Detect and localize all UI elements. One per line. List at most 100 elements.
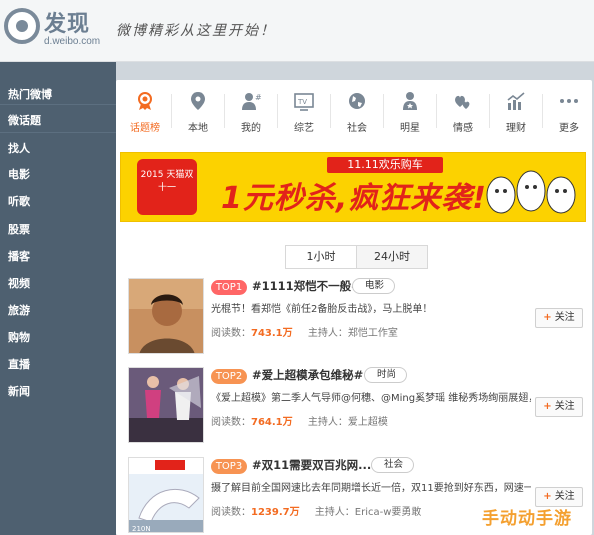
banner-top-label: 11.11欢乐购车 — [327, 157, 443, 173]
category-label: 明星 — [400, 123, 420, 134]
host-name[interactable]: Erica-w要勇敢 — [355, 507, 422, 518]
svg-text:#: # — [255, 93, 261, 102]
tab-1-hour[interactable]: 1小时 — [285, 245, 357, 269]
network-promo-image-icon: 210N — [129, 458, 203, 533]
topic-category-tag[interactable]: 电影 — [352, 278, 396, 294]
topic-title[interactable]: #双11需要双百兆网... — [252, 457, 371, 473]
logo-subtitle: d.weibo.com — [44, 36, 101, 47]
host-name[interactable]: 爱上超模 — [348, 417, 388, 428]
svg-text:TV: TV — [297, 98, 307, 106]
reads-label: 阅读数： — [211, 328, 251, 339]
tv-icon: TV — [294, 93, 314, 111]
category-local[interactable]: 本地 — [172, 80, 224, 138]
topic-meta: 阅读数：764.1万 主持人：爱上超模 — [211, 413, 388, 428]
topic-title[interactable]: #1111郑恺不一般# — [252, 278, 361, 294]
tab-24-hours[interactable]: 24小时 — [356, 245, 428, 269]
category-label: 我的 — [241, 123, 261, 134]
globe-icon — [349, 93, 365, 109]
topic-meta: 阅读数：1239.7万 主持人：Erica-w要勇敢 — [211, 503, 421, 518]
topic-meta: 阅读数：743.1万 主持人：郑恺工作室 — [211, 324, 398, 339]
sidebar-item-music[interactable]: 听歌 — [8, 193, 30, 209]
follow-label: 关注 — [554, 491, 575, 502]
category-stars[interactable]: 明星 — [384, 80, 436, 138]
rank-badge: TOP3 — [211, 459, 247, 474]
category-label: 情感 — [453, 123, 473, 134]
hearts-icon — [455, 95, 470, 109]
person-hash-icon: # — [242, 93, 261, 110]
sidebar-item-video[interactable]: 视频 — [8, 275, 30, 291]
rank-badge: TOP2 — [211, 369, 247, 384]
sidebar-item-movies[interactable]: 电影 — [8, 166, 30, 182]
sidebar-divider — [0, 104, 116, 105]
sidebar-divider — [0, 132, 116, 133]
sidebar-item-podcast[interactable]: 播客 — [8, 248, 30, 264]
topic-thumbnail[interactable] — [128, 367, 204, 443]
top-header: 发现 d.weibo.com 微博精彩从这里开始！ — [0, 0, 594, 62]
rank-badge: TOP1 — [211, 280, 247, 295]
category-label: 话题榜 — [130, 123, 160, 134]
follow-button[interactable]: + 关注 — [535, 397, 583, 417]
sidebar-item-travel[interactable]: 旅游 — [8, 302, 30, 318]
sidebar-item-stocks[interactable]: 股票 — [8, 221, 30, 237]
more-dots-icon — [560, 99, 578, 103]
host-label: 主持人： — [307, 417, 348, 428]
category-mine[interactable]: # 我的 — [225, 80, 277, 138]
plus-icon: + — [543, 401, 552, 412]
topic-description: 光棍节！看郑恺《前任2备胎反击战》，马上脱单！ — [211, 304, 433, 315]
host-label: 主持人： — [314, 507, 355, 518]
sidebar-item-live[interactable]: 直播 — [8, 356, 30, 372]
plus-icon: + — [543, 312, 552, 323]
follow-label: 关注 — [554, 312, 575, 323]
topic-category-tag[interactable]: 时尚 — [364, 367, 408, 383]
reads-count: 764.1万 — [251, 417, 293, 428]
star-person-icon — [403, 92, 417, 110]
category-label: 社会 — [347, 123, 367, 134]
weibo-eye-logo-icon[interactable] — [4, 8, 40, 44]
sidebar-item-find-people[interactable]: 找人 — [8, 140, 30, 156]
main-panel: 话题榜 本地 # 我的 TV 综艺 社会 — [116, 80, 592, 535]
reads-label: 阅读数： — [211, 417, 251, 428]
sidebar-item-hot-weibo[interactable]: 热门微博 — [8, 86, 52, 102]
category-variety[interactable]: TV 综艺 — [278, 80, 330, 138]
follow-button[interactable]: + 关注 — [535, 308, 583, 328]
ribbon-medal-icon — [138, 92, 152, 110]
category-society[interactable]: 社会 — [331, 80, 383, 138]
plus-icon: + — [543, 491, 552, 502]
portrait-image-icon — [129, 279, 203, 353]
category-label: 更多 — [559, 123, 579, 134]
location-pin-icon — [191, 92, 205, 110]
host-label: 主持人： — [307, 328, 348, 339]
promo-banner[interactable]: 2015 天猫双十一 11.11欢乐购车 1元秒杀,疯狂来袭! — [120, 152, 586, 222]
sidebar-item-shopping[interactable]: 购物 — [8, 329, 30, 345]
category-finance[interactable]: 理财 — [490, 80, 542, 138]
topic-title[interactable]: #爱上超模承包维秘# — [252, 367, 363, 383]
topic-thumbnail[interactable] — [128, 278, 204, 354]
category-label: 理财 — [506, 123, 526, 134]
reads-count: 1239.7万 — [251, 507, 300, 518]
runway-model-image-icon — [129, 368, 203, 442]
logo-title[interactable]: 发现 — [44, 6, 90, 38]
category-more[interactable]: 更多 — [543, 80, 594, 138]
svg-text:210N: 210N — [132, 525, 151, 533]
follow-label: 关注 — [554, 401, 575, 412]
topic-description: 摄了解目前全国网速比去年同期增长近一倍，双11要抢到好东西，网速一... — [211, 483, 531, 494]
reads-label: 阅读数： — [211, 507, 251, 518]
host-name[interactable]: 郑恺工作室 — [348, 328, 398, 339]
category-label: 本地 — [188, 123, 208, 134]
topic-category-tag[interactable]: 社会 — [371, 457, 415, 473]
banner-headline: 1元秒杀,疯狂来袭! — [221, 181, 487, 216]
topic-description: 《爱上超模》第二季人气导师@何穗、@Ming奚梦瑶 维秘秀场绚丽展翅， — [211, 393, 531, 404]
topic-item: TOP2 #爱上超模承包维秘# 时尚 《爱上超模》第二季人气导师@何穗、@Min… — [128, 367, 588, 443]
category-emotion[interactable]: 情感 — [437, 80, 489, 138]
category-topic-chart[interactable]: 话题榜 — [119, 80, 171, 138]
banner-badge: 2015 天猫双十一 — [137, 159, 197, 215]
category-label: 综艺 — [294, 123, 314, 134]
sidebar: 热门微博 微话题 找人 电影 听歌 股票 播客 视频 旅游 购物 直播 新闻 — [0, 62, 116, 535]
reads-count: 743.1万 — [251, 328, 293, 339]
sidebar-item-news[interactable]: 新闻 — [8, 383, 30, 399]
cartoon-characters-icon — [486, 170, 576, 214]
topic-thumbnail[interactable]: 210N — [128, 457, 204, 533]
chart-icon — [507, 92, 525, 110]
sidebar-item-topics[interactable]: 微话题 — [8, 112, 41, 128]
site-watermark: 手动动手游 — [482, 509, 572, 529]
